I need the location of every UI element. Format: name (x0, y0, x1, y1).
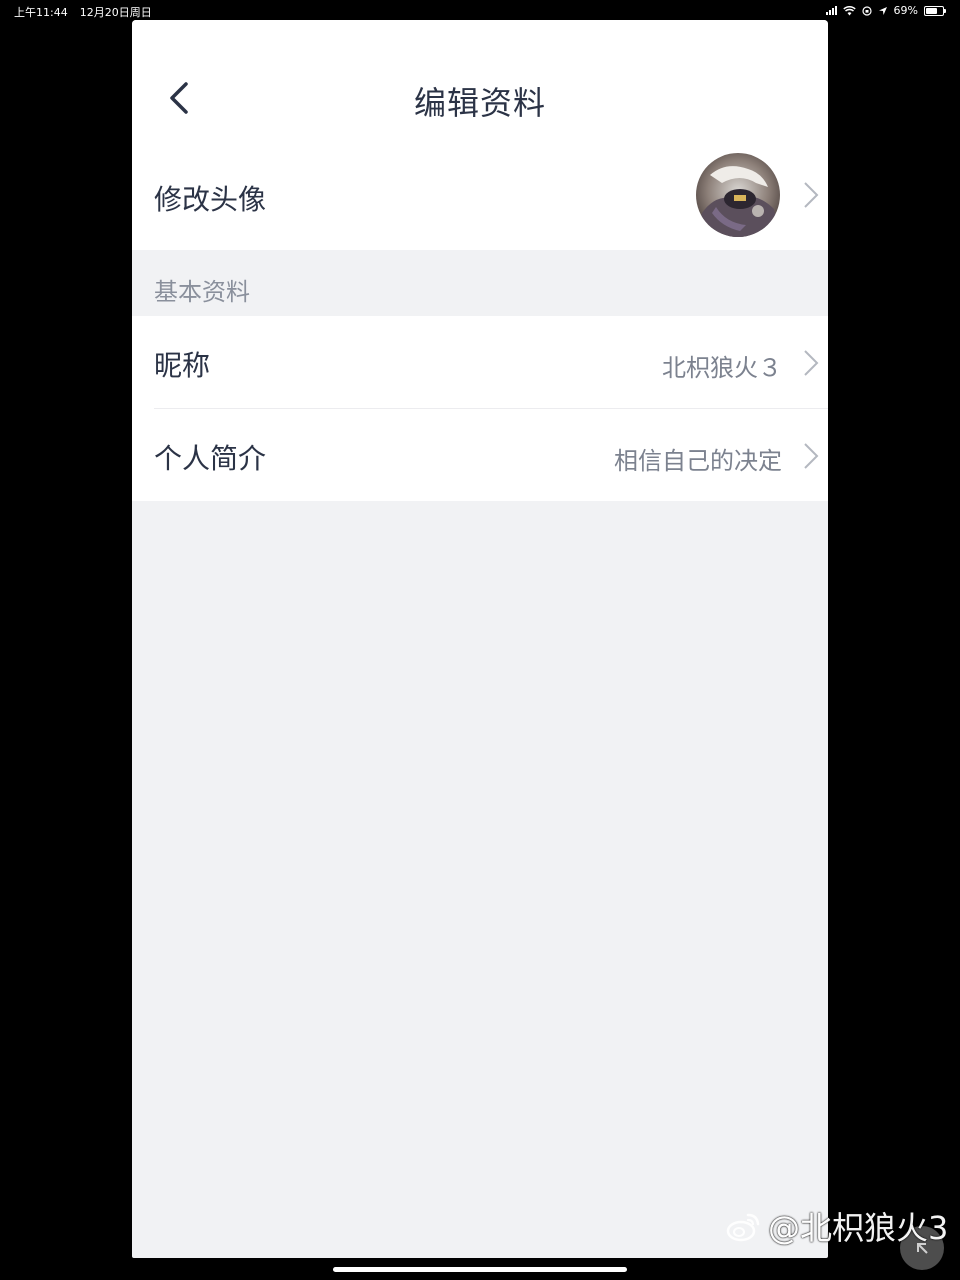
orientation-lock-icon (861, 5, 872, 16)
wifi-icon (842, 5, 856, 15)
nickname-value: 北枳狼火３ (662, 354, 782, 382)
chevron-right-icon (804, 350, 819, 376)
nickname-row[interactable]: 昵称 北枳狼火３ (132, 316, 828, 409)
section-header-basic-info: 基本资料 (132, 250, 828, 316)
battery-icon (924, 5, 946, 16)
change-avatar-row[interactable]: 修改头像 (132, 150, 828, 250)
weibo-logo-icon (726, 1213, 760, 1242)
chevron-right-icon (804, 443, 819, 469)
bio-row[interactable]: 个人简介 相信自己的决定 (132, 409, 828, 501)
battery-fill (926, 7, 938, 14)
status-date: 12月20日周日 (79, 6, 152, 19)
change-avatar-label: 修改头像 (154, 183, 267, 216)
status-right: 69% (825, 4, 946, 17)
page-title: 编辑资料 (413, 84, 546, 122)
nickname-label: 昵称 (154, 349, 211, 382)
location-icon (878, 6, 887, 15)
home-indicator[interactable] (333, 1267, 627, 1272)
section-title: 基本资料 (154, 278, 250, 306)
status-left: 上午11:44 12月20日周日 (14, 4, 152, 20)
battery-percent: 69% (893, 4, 918, 17)
cellular-signal-icon (825, 6, 837, 15)
chevron-right-icon (804, 182, 819, 208)
edit-profile-window: 编辑资料 修改头像 基本资料 昵称 北枳狼火３ 个人简介 相信自己的决定 (132, 20, 828, 1258)
avatar[interactable] (696, 153, 780, 237)
status-time: 上午11:44 (14, 6, 68, 19)
watermark: @北枳狼火3 (724, 1203, 948, 1249)
watermark-text: @北枳狼火3 (768, 1209, 949, 1247)
nav-bar: 编辑资料 (132, 20, 828, 170)
status-bar: 上午11:44 12月20日周日 69% (0, 0, 960, 22)
bio-value: 相信自己的决定 (614, 447, 782, 475)
avatar-image (696, 153, 780, 237)
bio-label: 个人简介 (154, 442, 267, 475)
